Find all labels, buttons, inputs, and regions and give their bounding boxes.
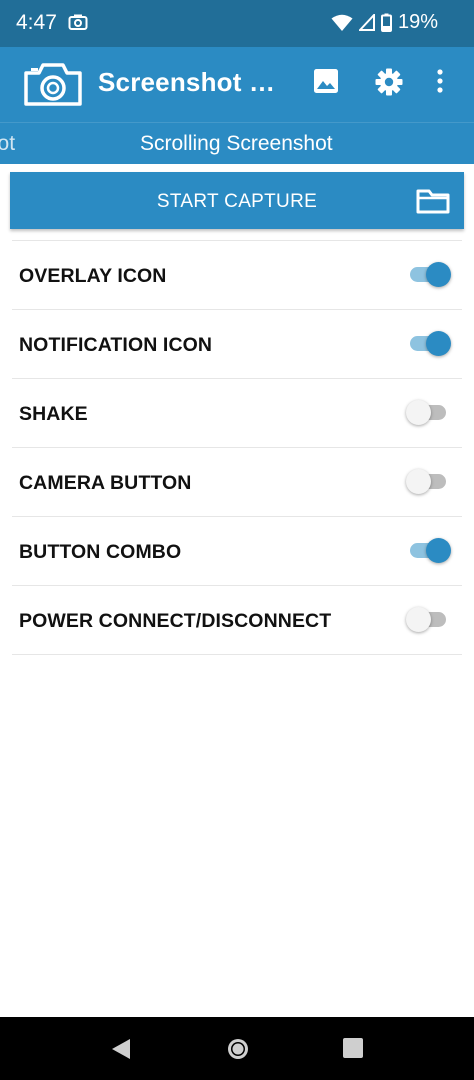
tab-scrolling-screenshot[interactable]: Scrolling Screenshot	[140, 132, 333, 156]
cell-signal-icon	[358, 14, 375, 31]
overlay-icon-toggle[interactable]	[408, 261, 452, 289]
notification-icon-toggle[interactable]	[408, 330, 452, 358]
switch-thumb	[426, 538, 451, 563]
wifi-icon	[331, 14, 353, 32]
app-title: Screenshot Ea...	[98, 67, 288, 97]
more-vert-icon[interactable]	[436, 67, 444, 100]
setting-label: POWER CONNECT/DISCONNECT	[19, 610, 332, 632]
setting-row-camera-button[interactable]: CAMERA BUTTON	[12, 448, 462, 516]
battery-percent: 19%	[397, 11, 438, 33]
setting-row-overlay-icon[interactable]: OVERLAY ICON	[12, 241, 462, 309]
recents-icon[interactable]	[342, 1037, 364, 1064]
back-icon[interactable]	[110, 1037, 132, 1066]
start-capture-button[interactable]: START CAPTURE	[10, 172, 464, 229]
setting-label: BUTTON COMBO	[19, 541, 182, 563]
setting-row-shake[interactable]: SHAKE	[12, 379, 462, 447]
status-bar: 4:47 19%	[0, 0, 474, 47]
home-icon[interactable]	[226, 1037, 250, 1066]
shake-toggle[interactable]	[406, 399, 452, 427]
battery-icon	[380, 13, 392, 32]
divider	[12, 654, 462, 655]
camera-notification-icon	[68, 13, 88, 36]
status-time: 4:47	[16, 11, 57, 34]
tab-screenshot[interactable]: enshot	[0, 132, 15, 156]
start-capture-label: START CAPTURE	[156, 191, 318, 212]
gallery-icon[interactable]	[312, 67, 340, 100]
setting-label: SHAKE	[19, 403, 88, 425]
power-connect-toggle[interactable]	[406, 606, 452, 634]
tab-strip: enshot Scrolling Screenshot	[0, 122, 474, 164]
setting-label: NOTIFICATION ICON	[19, 334, 213, 356]
status-indicators: 19%	[331, 11, 438, 34]
camera-button-toggle[interactable]	[406, 468, 452, 496]
folder-icon[interactable]	[416, 188, 450, 219]
switch-thumb	[406, 607, 431, 632]
system-nav-bar	[0, 1017, 474, 1080]
app-bar: Screenshot Ea...	[0, 47, 474, 122]
settings-icon[interactable]	[374, 67, 404, 102]
setting-row-notification-icon[interactable]: NOTIFICATION ICON	[12, 310, 462, 378]
setting-row-button-combo[interactable]: BUTTON COMBO	[12, 517, 462, 585]
settings-list: OVERLAY ICON NOTIFICATION ICON SHAKE CAM…	[12, 240, 462, 655]
switch-thumb	[406, 400, 431, 425]
setting-row-power-connect[interactable]: POWER CONNECT/DISCONNECT	[12, 586, 462, 654]
switch-thumb	[426, 331, 451, 356]
setting-label: OVERLAY ICON	[19, 265, 167, 287]
button-combo-toggle[interactable]	[408, 537, 452, 565]
setting-label: CAMERA BUTTON	[19, 472, 192, 494]
switch-thumb	[406, 469, 431, 494]
switch-thumb	[426, 262, 451, 287]
camera-logo-icon	[22, 60, 84, 113]
